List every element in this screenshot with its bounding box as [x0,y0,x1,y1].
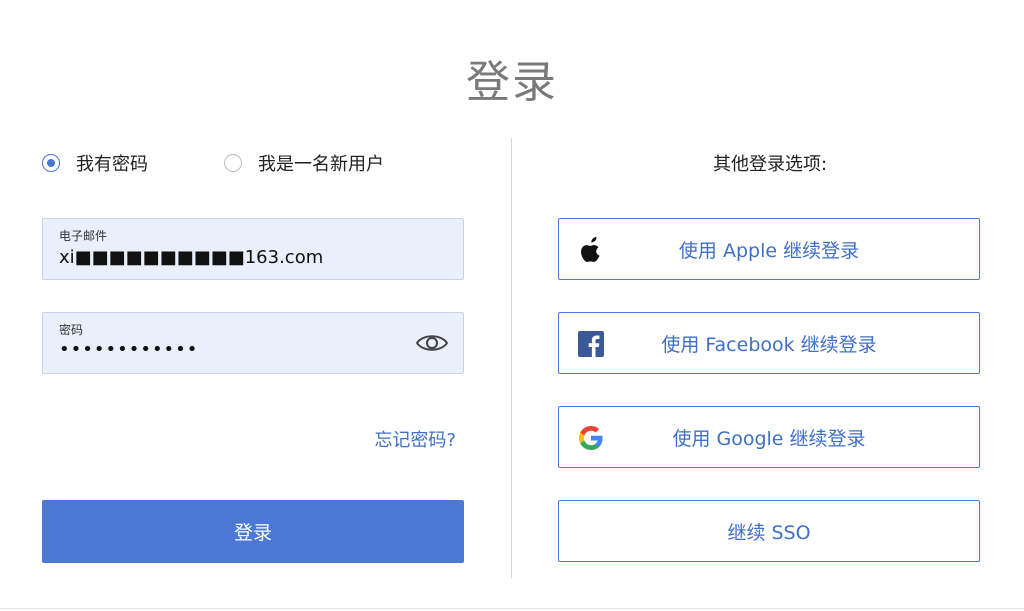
password-field-label: 密码 [59,323,84,337]
password-field[interactable]: 密码 •••••••••••• [42,312,464,374]
radio-new-user[interactable]: 我是一名新用户 [224,150,384,176]
forgot-password-link[interactable]: 忘记密码? [300,426,456,452]
radio-dot-unselected[interactable] [224,154,242,172]
bottom-rule [0,608,1024,609]
login-button[interactable]: 登录 [42,500,464,563]
sso-login-button[interactable]: 继续 SSO [558,500,980,562]
email-field-label: 电子邮件 [59,229,108,243]
apple-login-label: 使用 Apple 继续登录 [678,239,860,262]
email-field-value[interactable]: xi■■■■■■■■■■163.com [59,247,323,268]
apple-login-button[interactable]: 使用 Apple 继续登录 [558,218,980,280]
apple-icon [581,236,600,263]
email-field[interactable]: 电子邮件 xi■■■■■■■■■■163.com [42,218,464,280]
login-page: 登录 我有密码 我是一名新用户 电子邮件 xi■■■■■■■■■■163.com… [0,0,1024,611]
radio-dot-selected[interactable] [42,154,60,172]
radio-label-new-user: 我是一名新用户 [258,154,384,175]
page-title: 登录 [466,57,558,108]
google-login-label: 使用 Google 继续登录 [672,427,866,450]
facebook-login-button[interactable]: 使用 Facebook 继续登录 [558,312,980,374]
column-divider [511,138,512,578]
password-field-value[interactable]: •••••••••••• [59,339,198,360]
google-icon [579,426,603,450]
facebook-icon [578,331,604,357]
radio-label-have-password: 我有密码 [76,154,148,175]
other-options-title: 其他登录选项: [712,154,828,175]
sso-login-label: 继续 SSO [727,521,811,544]
radio-have-password[interactable]: 我有密码 [42,150,148,176]
facebook-login-label: 使用 Facebook 继续登录 [661,333,877,356]
eye-icon[interactable] [415,330,449,356]
google-login-button[interactable]: 使用 Google 继续登录 [558,406,980,468]
